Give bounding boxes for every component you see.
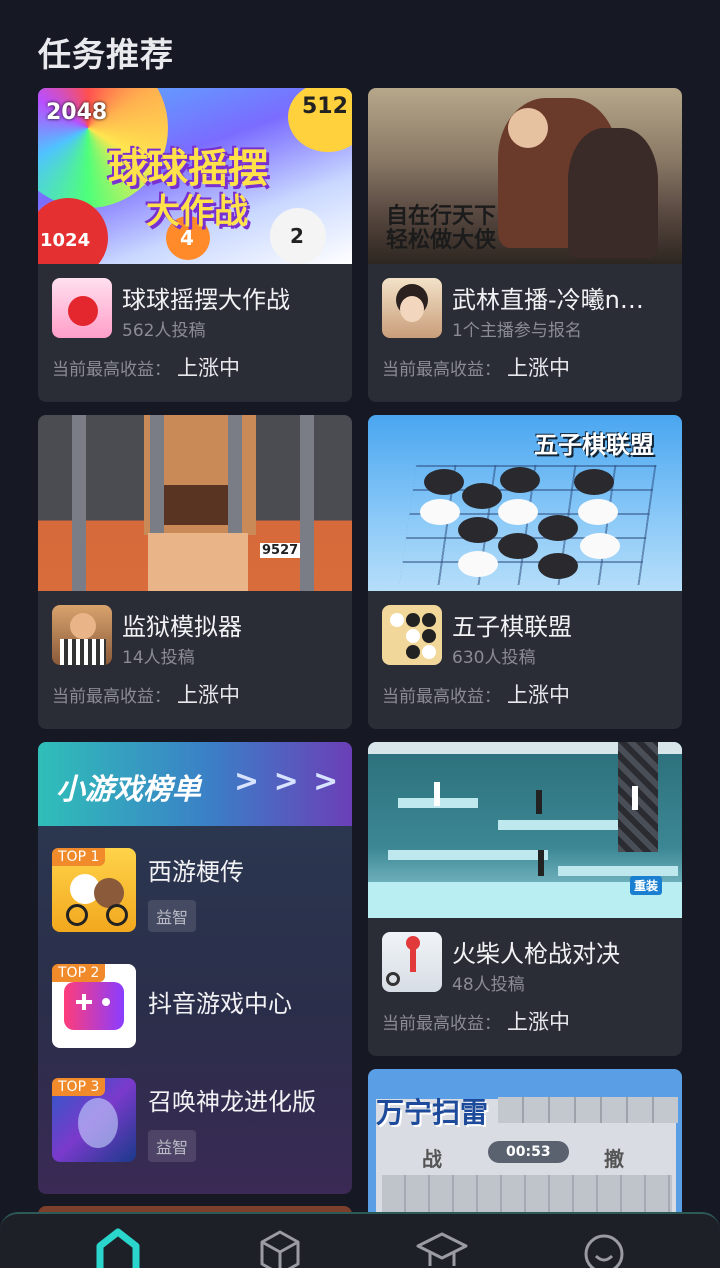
card-cover-image: 2048 512 1024 4 2 球球摇摆 大作战 (38, 88, 352, 264)
card-subtitle: 562人投稿 (122, 321, 206, 341)
rank-badge: TOP 1 (52, 848, 106, 866)
nav-tasks[interactable] (252, 1224, 308, 1268)
game-icon (382, 605, 442, 665)
card-title: 武林直播-冷曦n… (452, 286, 644, 314)
ranking-item-name: 抖音游戏中心 (148, 990, 292, 1018)
mini-game-ranking-panel[interactable]: 小游戏榜单 > > > TOP 1 西游梗传 益智 TOP 2 抖音游戏中心 T… (38, 742, 352, 1194)
card-subtitle: 48人投稿 (452, 975, 525, 995)
card-cover-image: 万宁扫雷 战 00:53 撤 (368, 1069, 682, 1219)
earn-info: 当前最高收益： 上涨中 (382, 683, 570, 707)
card-title: 监狱模拟器 (122, 613, 242, 641)
card-title: 五子棋联盟 (452, 613, 572, 641)
category-tag: 益智 (148, 900, 197, 932)
chevron-right-icon: > > > (234, 764, 341, 799)
game-icon (52, 605, 112, 665)
ranking-title: 小游戏榜单 (56, 772, 202, 806)
ranking-item-name: 召唤神龙进化版 (148, 1088, 316, 1116)
home-icon (96, 1228, 140, 1268)
earn-info: 当前最高收益： 上涨中 (52, 356, 240, 380)
ranking-item-name: 西游梗传 (148, 858, 244, 886)
nav-profile[interactable] (576, 1224, 632, 1268)
ranking-item-top2[interactable]: TOP 2 抖音游戏中心 (52, 964, 342, 1050)
earn-info: 当前最高收益： 上涨中 (382, 356, 570, 380)
nav-home[interactable] (90, 1224, 146, 1268)
game-icon (382, 278, 442, 338)
profile-icon (584, 1234, 624, 1268)
ranking-item-top1[interactable]: TOP 1 西游梗传 益智 (52, 848, 342, 934)
earn-info: 当前最高收益： 上涨中 (382, 1010, 570, 1034)
graduation-cap-icon (416, 1232, 468, 1266)
ranking-header[interactable]: 小游戏榜单 > > > (38, 742, 352, 826)
card-subtitle: 630人投稿 (452, 648, 536, 668)
card-cover-image: 自在行天下 轻松做大侠 (368, 88, 682, 264)
game-icon (52, 278, 112, 338)
card-subtitle: 1个主播参与报名 (452, 321, 582, 341)
card-title: 火柴人枪战对决 (452, 940, 620, 968)
card-cover-image: 重装 (368, 742, 682, 918)
card-title: 球球摇摆大作战 (122, 286, 290, 314)
box-icon (260, 1230, 300, 1268)
ranking-item-top3[interactable]: TOP 3 召唤神龙进化版 益智 (52, 1078, 342, 1164)
task-card-gomoku[interactable]: 五子棋联盟 五子棋联盟 630人投稿 当前最高收益： 上涨中 (368, 415, 682, 729)
earn-info: 当前最高收益： 上涨中 (52, 683, 240, 707)
task-card-wulin-live[interactable]: 自在行天下 轻松做大侠 武林直播-冷曦n… 1个主播参与报名 当前最高收益： 上涨… (368, 88, 682, 402)
card-cover-image: 五子棋联盟 (368, 415, 682, 591)
section-title: 任务推荐 (38, 35, 174, 74)
task-card-stickman-gunfight[interactable]: 重装 火柴人枪战对决 48人投稿 当前最高收益： 上涨中 (368, 742, 682, 1056)
rank-badge: TOP 2 (52, 964, 106, 982)
rank-badge: TOP 3 (52, 1078, 106, 1096)
nav-learn[interactable] (414, 1224, 470, 1268)
card-cover-image: 9527 (38, 415, 352, 591)
category-tag: 益智 (148, 1130, 197, 1162)
card-subtitle: 14人投稿 (122, 648, 195, 668)
task-card-ball-game[interactable]: 2048 512 1024 4 2 球球摇摆 大作战 球球摇摆大作战 562人投… (38, 88, 352, 402)
bottom-navigation (0, 1212, 720, 1268)
task-card-prison-simulator[interactable]: 9527 监狱模拟器 14人投稿 当前最高收益： 上涨中 (38, 415, 352, 729)
task-card-minesweeper[interactable]: 万宁扫雷 战 00:53 撤 (368, 1069, 682, 1219)
game-icon (382, 932, 442, 992)
